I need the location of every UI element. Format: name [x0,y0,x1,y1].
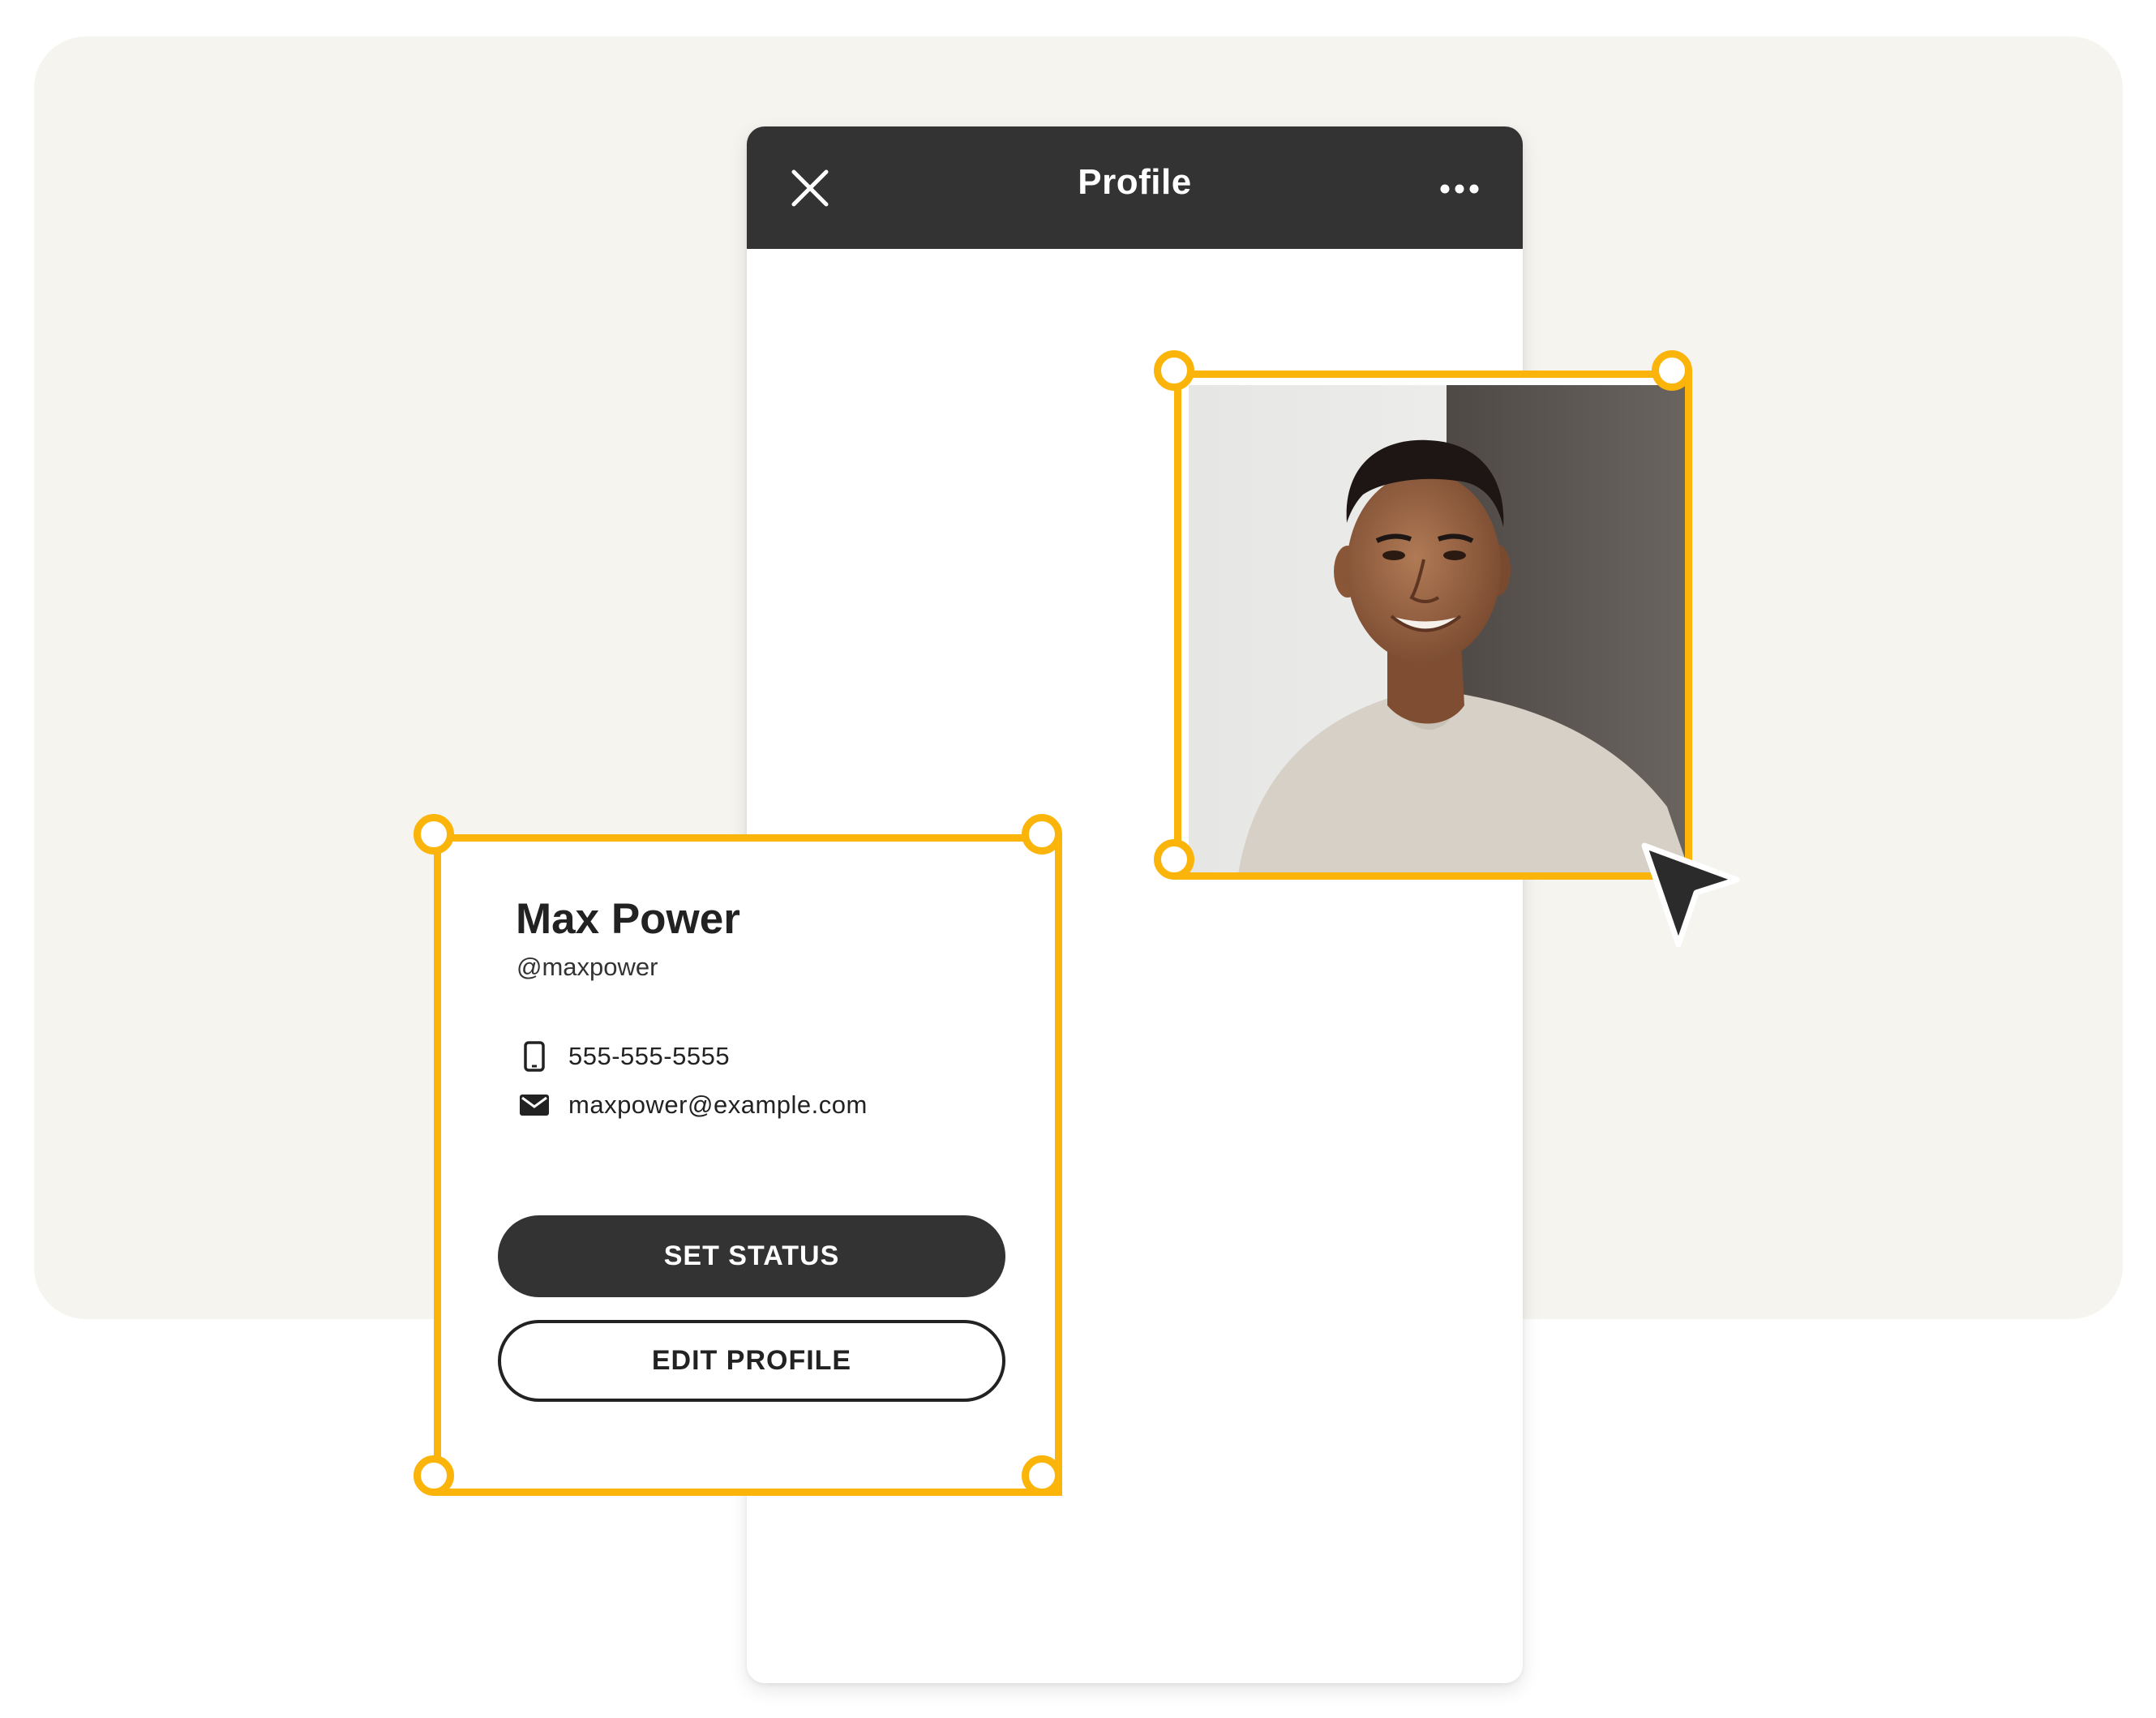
resize-handle-bottom-left[interactable] [1154,839,1194,880]
phone-number[interactable]: 555-555-5555 [568,1042,730,1071]
resize-handle-bottom-left[interactable] [414,1455,454,1496]
more-options-icon[interactable] [1435,175,1484,203]
mail-icon [518,1089,551,1121]
set-status-button[interactable]: SET STATUS [498,1215,1005,1297]
app-header: Profile [747,126,1523,249]
mouse-pointer-icon [1638,839,1743,953]
profile-card: Max Power @maxpower 555-555-5555 maxpowe… [434,834,1062,1496]
email-address[interactable]: maxpower@example.com [568,1090,868,1120]
page-title: Profile [1078,162,1192,202]
email-row: maxpower@example.com [518,1087,868,1123]
profile-photo [1189,385,1685,872]
resize-handle-top-right[interactable] [1652,350,1692,391]
profile-username: @maxpower [516,953,658,981]
photo-selection-frame [1174,371,1692,880]
edit-profile-button[interactable]: EDIT PROFILE [498,1320,1005,1402]
resize-handle-top-left[interactable] [414,814,454,855]
profile-name: Max Power [516,895,740,943]
phone-row: 555-555-5555 [518,1039,730,1074]
resize-handle-top-right[interactable] [1022,814,1062,855]
smartphone-icon [518,1040,551,1073]
resize-handle-bottom-right[interactable] [1022,1455,1062,1496]
photo-selection[interactable] [1154,350,1692,880]
profile-card-selection[interactable]: Max Power @maxpower 555-555-5555 maxpowe… [414,814,1062,1496]
resize-handle-top-left[interactable] [1154,350,1194,391]
